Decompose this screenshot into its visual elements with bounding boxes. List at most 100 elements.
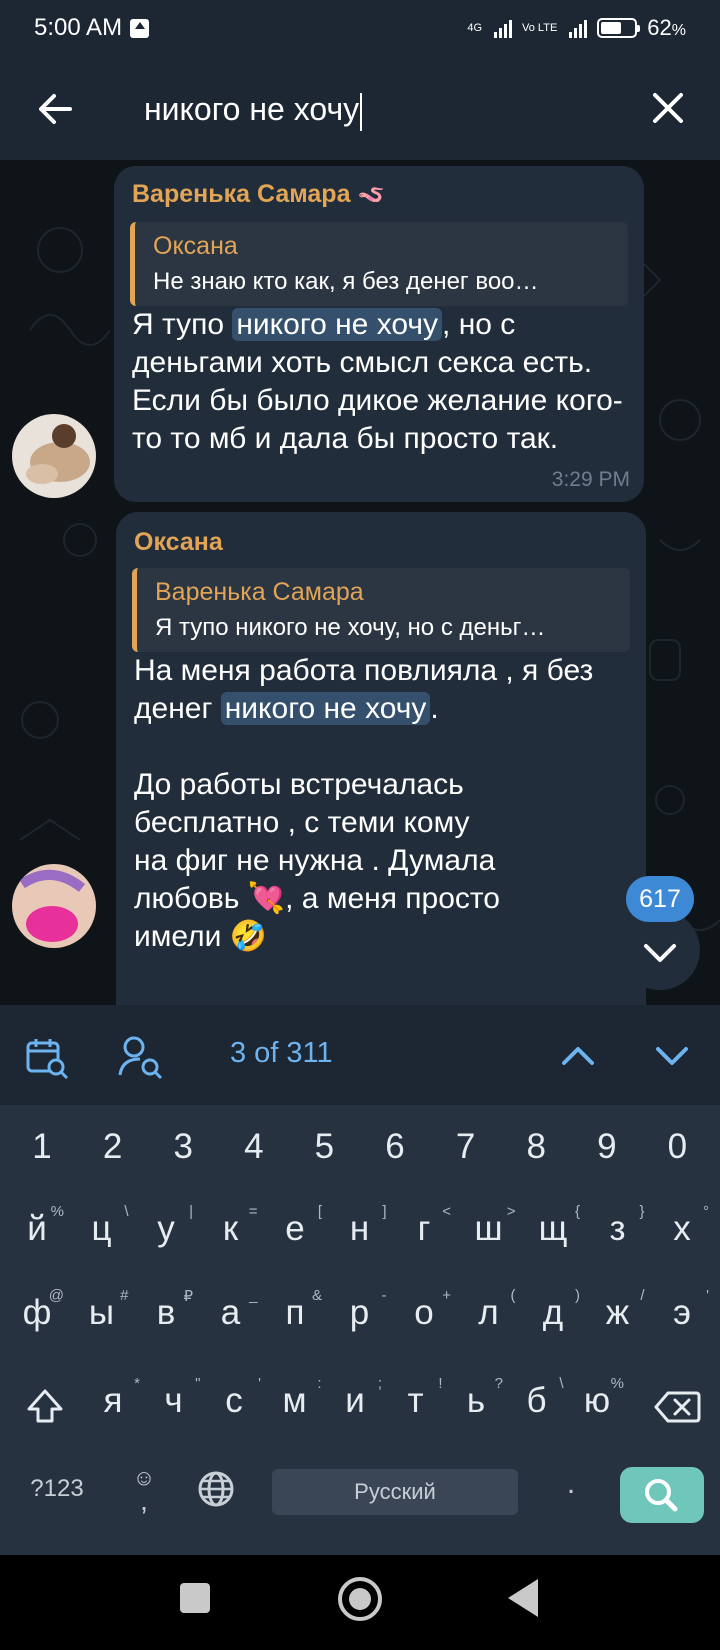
key-secondary-symbol: ' <box>706 1287 709 1304</box>
status-icons: 4G Vo LTE 62% <box>467 15 686 41</box>
key-secondary-symbol: ] <box>382 1203 387 1220</box>
key-letter: ю <box>583 1381 611 1420</box>
home-button[interactable] <box>338 1577 382 1621</box>
key-letter: х <box>673 1209 691 1248</box>
period-key[interactable]: . <box>556 1467 586 1511</box>
reply-text: Я тупо никого не хочу, но с деньг… <box>155 614 546 641</box>
number-key[interactable]: 4 <box>226 1127 282 1175</box>
symbols-key[interactable]: ?123 <box>20 1475 94 1515</box>
close-icon[interactable] <box>644 84 692 132</box>
letter-key[interactable]: л( <box>464 1287 515 1347</box>
letter-key[interactable]: ш > <box>464 1203 515 1263</box>
letter-key[interactable]: с ' <box>209 1375 261 1435</box>
number-key[interactable]: 5 <box>296 1127 352 1175</box>
number-key[interactable]: 9 <box>579 1127 635 1175</box>
letter-key[interactable]: ц \ <box>77 1203 128 1263</box>
message-time: 3:29 PM <box>551 468 630 491</box>
letter-key[interactable]: я * <box>88 1375 140 1435</box>
letter-key[interactable]: ы # <box>77 1287 129 1347</box>
letter-key[interactable]: е[ <box>270 1203 322 1263</box>
volte-icon: Vo LTE <box>522 21 558 34</box>
number-key[interactable]: 6 <box>367 1127 423 1175</box>
shift-key[interactable] <box>20 1385 70 1435</box>
key-letter: ж <box>605 1293 630 1332</box>
number-key[interactable]: 8 <box>508 1127 564 1175</box>
letter-key[interactable]: б \ <box>512 1375 563 1435</box>
letter-key[interactable]: т! <box>391 1375 442 1435</box>
scroll-to-bottom-button[interactable] <box>620 910 700 990</box>
sender-name[interactable]: Оксана <box>134 528 223 557</box>
key-secondary-symbol: # <box>120 1287 129 1304</box>
letter-key[interactable]: р- <box>335 1287 387 1347</box>
letter-key[interactable]: в ₽ <box>141 1288 193 1347</box>
key-secondary-symbol: < <box>442 1203 451 1220</box>
letter-key[interactable]: д) <box>528 1287 580 1347</box>
letter-key[interactable]: г < <box>399 1203 451 1263</box>
key-letter: е <box>285 1209 305 1248</box>
key-letter: м <box>282 1381 307 1420</box>
back-arrow-icon[interactable] <box>30 84 80 134</box>
number-key[interactable]: 7 <box>438 1127 494 1175</box>
letter-key[interactable]: ж / <box>593 1287 645 1347</box>
language-key[interactable] <box>194 1469 238 1513</box>
back-button[interactable] <box>508 1579 538 1617</box>
backspace-key[interactable] <box>650 1387 704 1433</box>
reply-quote[interactable]: Оксана Не знаю кто как, я без денег воо… <box>130 222 628 306</box>
number-key[interactable]: 3 <box>155 1127 211 1175</box>
sender-name[interactable]: Варенька Самара 🪱 <box>132 180 385 209</box>
key-letter: ф <box>22 1293 52 1332</box>
avatar[interactable] <box>12 864 96 948</box>
letter-key[interactable]: ф @ <box>12 1287 64 1347</box>
letter-key[interactable]: щ{ <box>528 1203 580 1263</box>
upload-notification-icon <box>130 18 150 38</box>
letter-key[interactable]: н] <box>335 1203 387 1263</box>
letter-key[interactable]: з} <box>593 1203 644 1263</box>
letter-key[interactable]: к = <box>206 1203 258 1263</box>
key-secondary-symbol: ? <box>494 1375 503 1392</box>
letter-key[interactable]: ч " <box>149 1375 200 1435</box>
letter-key[interactable]: э ' <box>657 1287 709 1347</box>
key-letter: о <box>414 1293 434 1332</box>
message-bubble[interactable]: Оксана Варенька Самара Я тупо никого не … <box>116 512 646 1005</box>
space-key[interactable]: Русский <box>272 1469 518 1515</box>
key-secondary-symbol: _ <box>249 1287 258 1304</box>
number-key[interactable]: 1 <box>14 1127 70 1175</box>
letter-key[interactable]: х ° <box>657 1203 709 1263</box>
key-secondary-symbol: ' <box>258 1375 261 1392</box>
letter-key[interactable]: ь? <box>451 1375 503 1435</box>
user-search-icon[interactable] <box>118 1035 168 1086</box>
number-key[interactable]: 0 <box>649 1127 705 1175</box>
letter-key[interactable]: п & <box>270 1287 322 1347</box>
search-button[interactable] <box>620 1467 704 1523</box>
letter-key[interactable]: м: <box>270 1375 321 1435</box>
system-nav-bar <box>0 1555 720 1650</box>
key-letter: т <box>407 1381 424 1420</box>
letter-key[interactable]: о + <box>399 1287 451 1347</box>
letter-key[interactable]: у | <box>141 1203 193 1263</box>
key-secondary-symbol: \ <box>124 1203 129 1220</box>
sender-emoji: 🪱 <box>357 182 385 207</box>
unread-count-badge: 617 <box>626 876 694 922</box>
search-input[interactable]: никого не хочу <box>144 86 363 132</box>
shift-icon <box>27 1389 63 1423</box>
letter-key[interactable]: и; <box>330 1375 382 1435</box>
letter-key[interactable]: ю% <box>572 1375 624 1435</box>
number-key[interactable]: 2 <box>85 1127 141 1175</box>
key-secondary-symbol: > <box>506 1203 516 1220</box>
chevron-up-icon[interactable] <box>556 1033 600 1082</box>
message-bubble[interactable]: Варенька Самара 🪱 Оксана Не знаю кто как… <box>114 166 644 502</box>
reply-text: Не знаю кто как, я без денег воо… <box>153 268 539 295</box>
avatar[interactable] <box>12 414 96 498</box>
chevron-down-icon[interactable] <box>650 1033 694 1082</box>
recents-button[interactable] <box>180 1583 210 1613</box>
letter-key[interactable]: а _ <box>206 1287 258 1347</box>
key-secondary-symbol: \ <box>559 1375 564 1392</box>
emoji-key[interactable]: ☺ , <box>126 1465 162 1525</box>
key-secondary-symbol: ! <box>438 1375 443 1392</box>
key-letter: з <box>609 1209 626 1248</box>
calendar-search-icon[interactable] <box>24 1035 70 1086</box>
chat-area[interactable]: Варенька Самара 🪱 Оксана Не знаю кто как… <box>0 160 720 1005</box>
letter-key[interactable]: й% <box>12 1203 64 1263</box>
key-secondary-symbol: " <box>195 1375 201 1392</box>
reply-quote[interactable]: Варенька Самара Я тупо никого не хочу, н… <box>132 568 630 652</box>
